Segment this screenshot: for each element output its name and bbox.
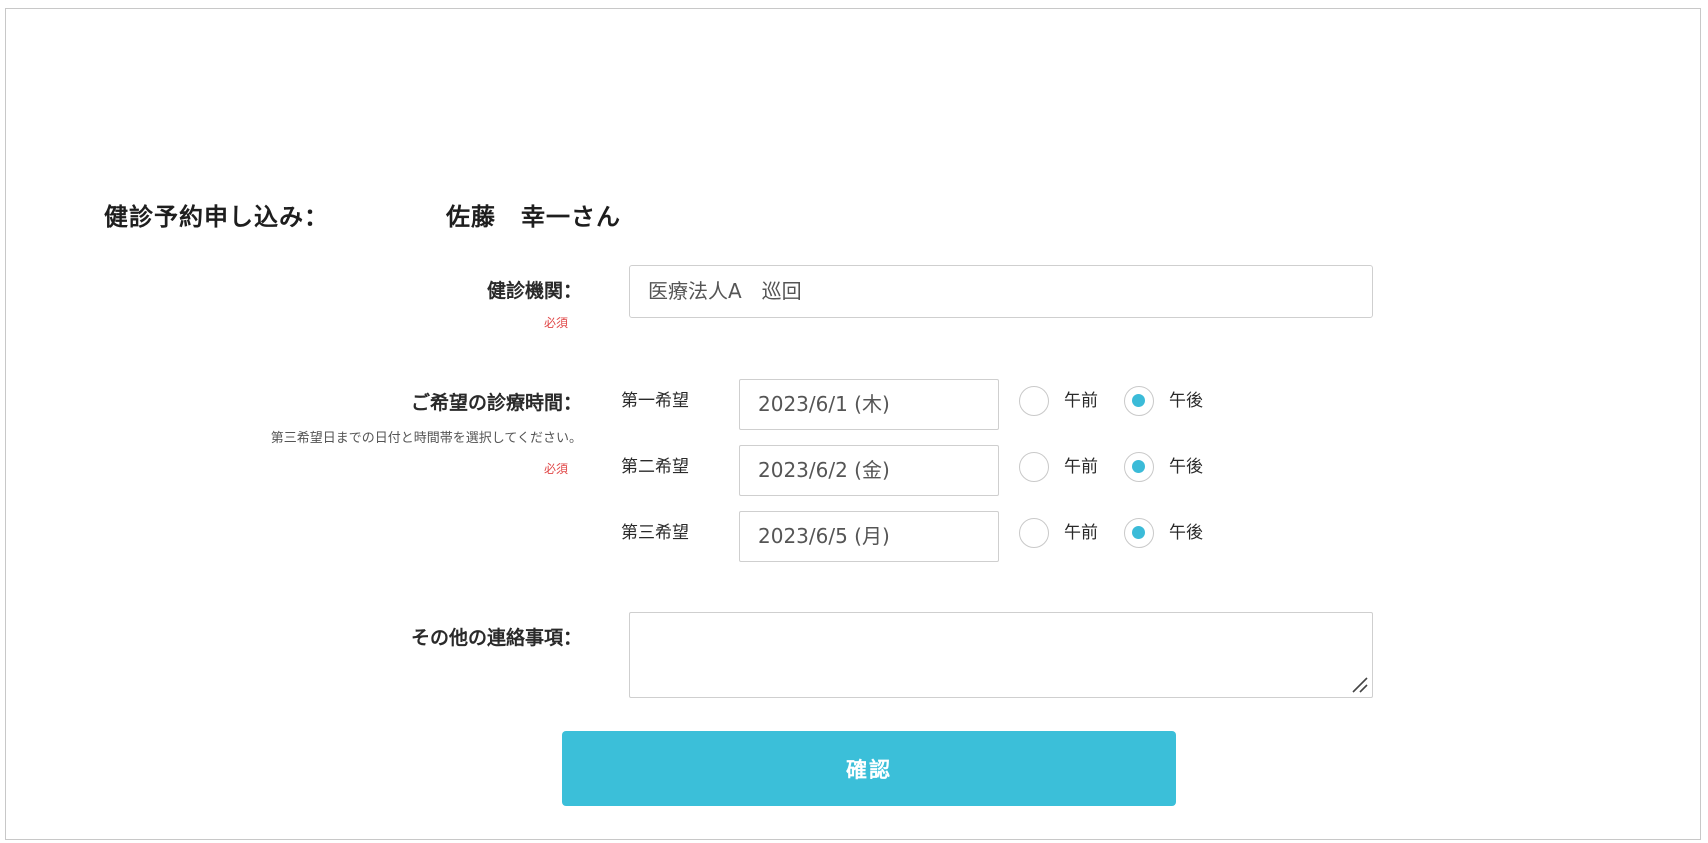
first-choice-pm-radio[interactable]	[1124, 386, 1154, 416]
institution-label: 健診機関：	[486, 280, 582, 302]
third-choice-date-input[interactable]: 2023/6/5 (月)	[739, 511, 999, 562]
first-choice-am-radio[interactable]	[1019, 386, 1049, 416]
second-choice-pm-label: 午後	[1169, 457, 1203, 477]
second-choice-date-input[interactable]: 2023/6/2 (金)	[739, 445, 999, 496]
first-choice-pm-label: 午後	[1169, 391, 1203, 411]
institution-required-mark: 必須	[543, 316, 568, 330]
second-choice-label: 第二希望	[621, 457, 689, 477]
resize-handle-icon[interactable]	[1350, 675, 1368, 693]
schedule-hint: 第三希望日までの日付と時間帯を選択してください。	[270, 431, 582, 446]
notes-label: その他の連絡事項：	[410, 627, 582, 649]
third-choice-am-radio[interactable]	[1019, 518, 1049, 548]
patient-name: 佐藤 幸一さん	[446, 203, 621, 231]
third-choice-pm-radio[interactable]	[1124, 518, 1154, 548]
notes-textarea[interactable]	[629, 612, 1373, 698]
page-title: 健診予約申し込み：	[104, 203, 329, 231]
second-choice-am-label: 午前	[1064, 457, 1098, 477]
schedule-label: ご希望の診療時間：	[410, 392, 582, 414]
first-choice-label: 第一希望	[621, 391, 689, 411]
confirm-button[interactable]: 確認	[562, 731, 1176, 806]
third-choice-label: 第三希望	[621, 523, 689, 543]
first-choice-am-label: 午前	[1064, 391, 1098, 411]
second-choice-pm-radio[interactable]	[1124, 452, 1154, 482]
third-choice-pm-label: 午後	[1169, 523, 1203, 543]
first-choice-date-input[interactable]: 2023/6/1 (木)	[739, 379, 999, 430]
second-choice-am-radio[interactable]	[1019, 452, 1049, 482]
schedule-required-mark: 必須	[543, 462, 568, 476]
third-choice-am-label: 午前	[1064, 523, 1098, 543]
institution-input[interactable]: 医療法人A 巡回	[629, 265, 1373, 318]
